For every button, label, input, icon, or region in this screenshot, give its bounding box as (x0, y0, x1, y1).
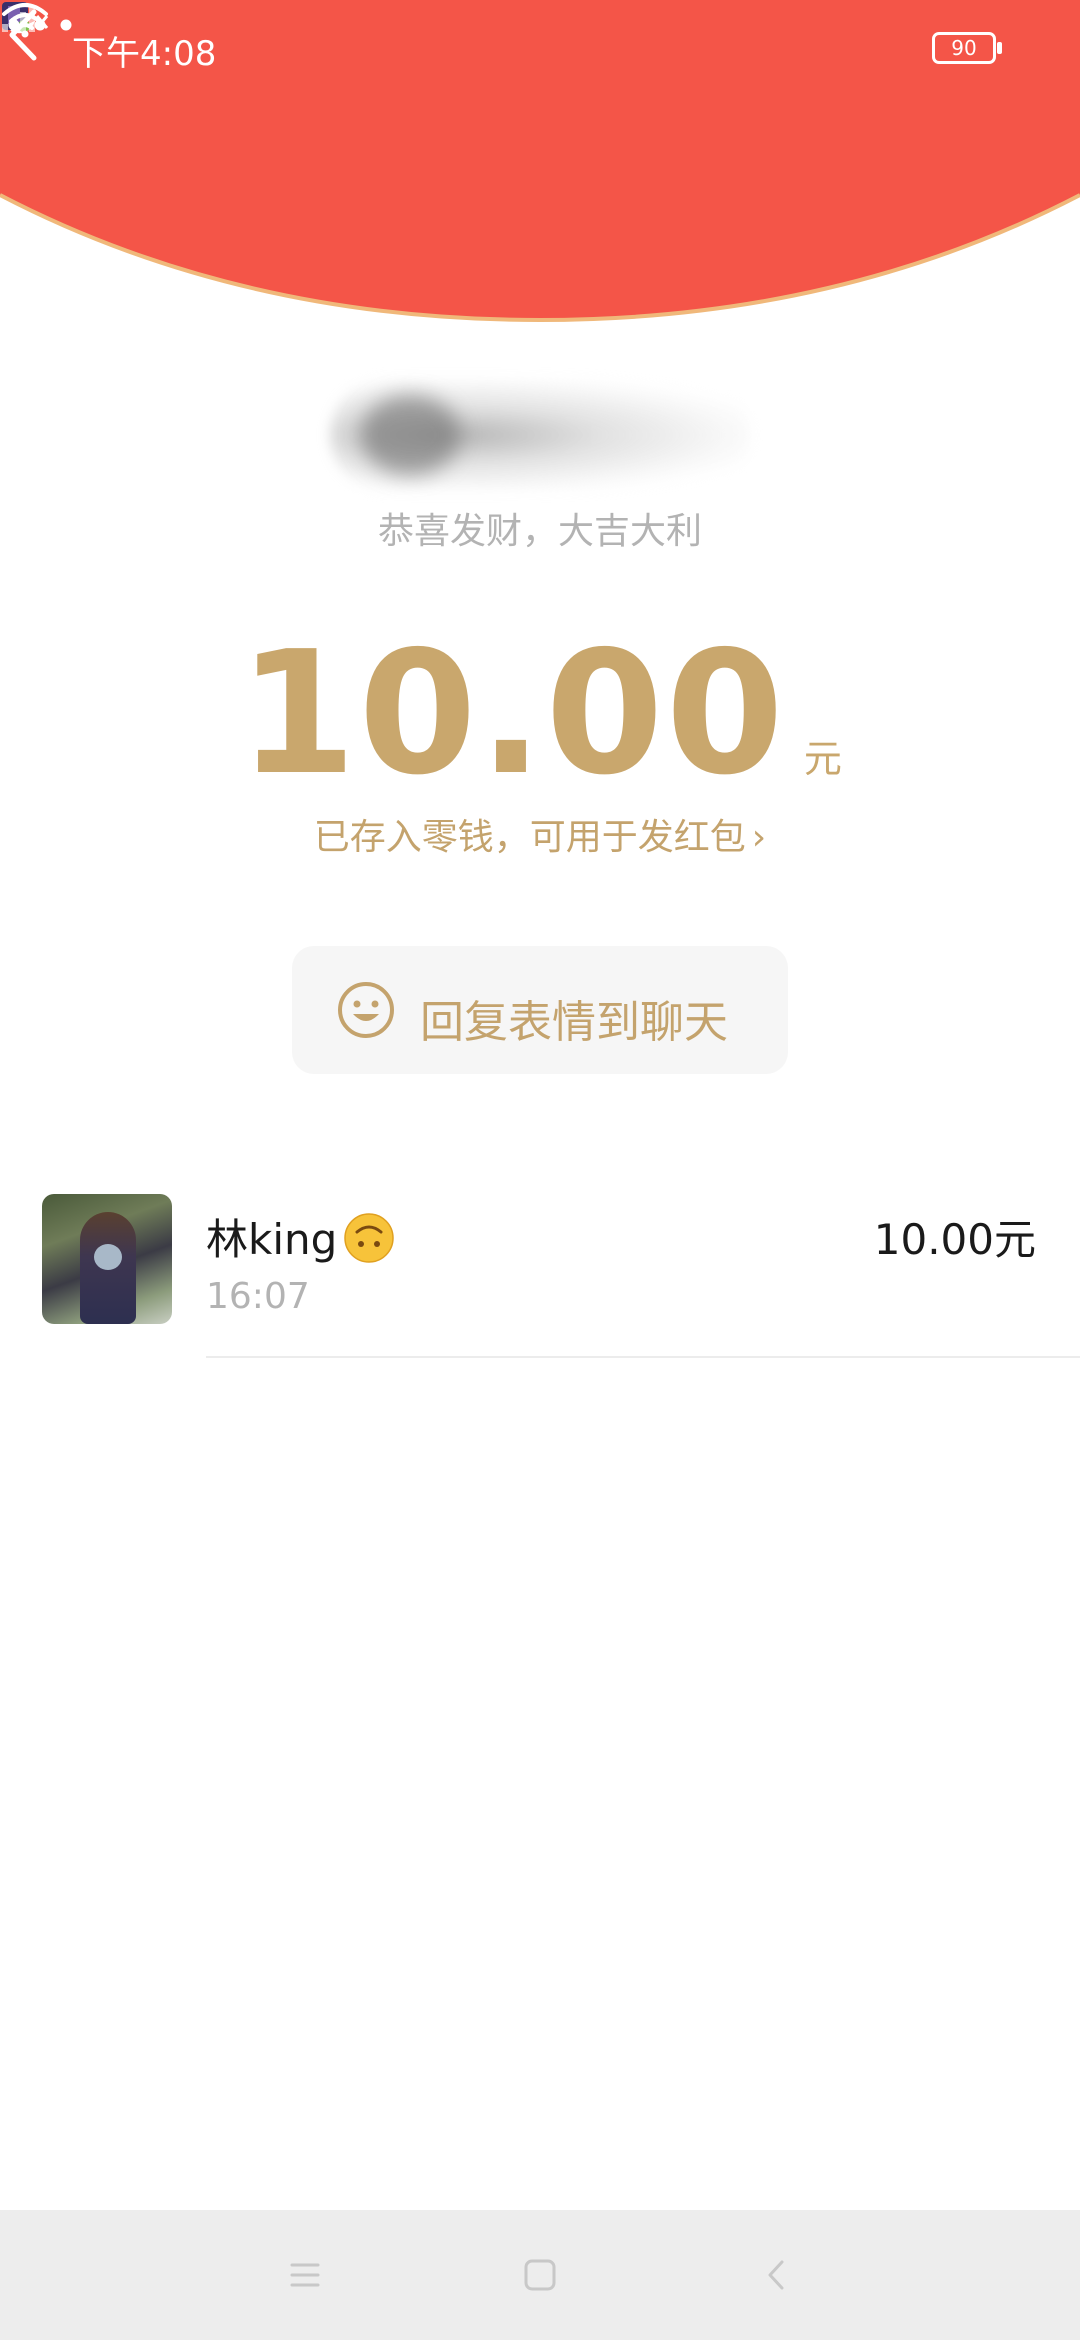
reply-sticker-button[interactable]: 回复表情到聊天 (292, 946, 788, 1074)
more-dots-icon[interactable] (0, 0, 80, 50)
battery-tip (997, 42, 1002, 54)
deposit-link[interactable]: 已存入零钱，可用于发红包 › (0, 808, 1080, 860)
receive-amount: 10.00元 (873, 1215, 1036, 1264)
back-icon[interactable] (752, 2250, 802, 2300)
menu-icon[interactable] (280, 2250, 330, 2300)
red-header: 下午4:08 90 (0, 0, 1080, 330)
packet-amount: 10.00 (238, 615, 786, 813)
divider (206, 1356, 1080, 1358)
reply-button-label: 回复表情到聊天 (420, 997, 728, 1048)
avatar-face (94, 1244, 122, 1270)
sender-avatar-redacted (360, 395, 460, 475)
battery-icon: 90 (932, 32, 1002, 64)
smile-icon (338, 982, 394, 1038)
status-time: 下午4:08 (72, 34, 217, 74)
receiver-name: 林king (206, 1206, 395, 1267)
battery-level: 90 (932, 32, 996, 64)
avatar[interactable] (42, 1194, 172, 1324)
amount-block: 10.00 元 (0, 615, 1080, 813)
list-item[interactable]: 林king 16:07 10.00元 (0, 1180, 1080, 1358)
chevron-right-icon: › (751, 817, 767, 858)
amount-unit: 元 (803, 737, 842, 781)
status-bar: 下午4:08 90 (0, 0, 1080, 100)
receive-time: 16:07 (206, 1276, 310, 1317)
home-icon[interactable] (515, 2250, 565, 2300)
receiver-name-text: 林king (206, 1215, 338, 1264)
deposit-note: 已存入零钱，可用于发红包 (313, 817, 746, 858)
upside-down-face-emoji (344, 1213, 395, 1263)
red-packet-detail-page: 下午4:08 90 恭喜发财，大吉大利 10.00 元 已存入零钱，可用于发红包… (0, 0, 1080, 2340)
greeting-text: 恭喜发财，大吉大利 (377, 511, 702, 552)
system-nav-bar (0, 2210, 1080, 2340)
